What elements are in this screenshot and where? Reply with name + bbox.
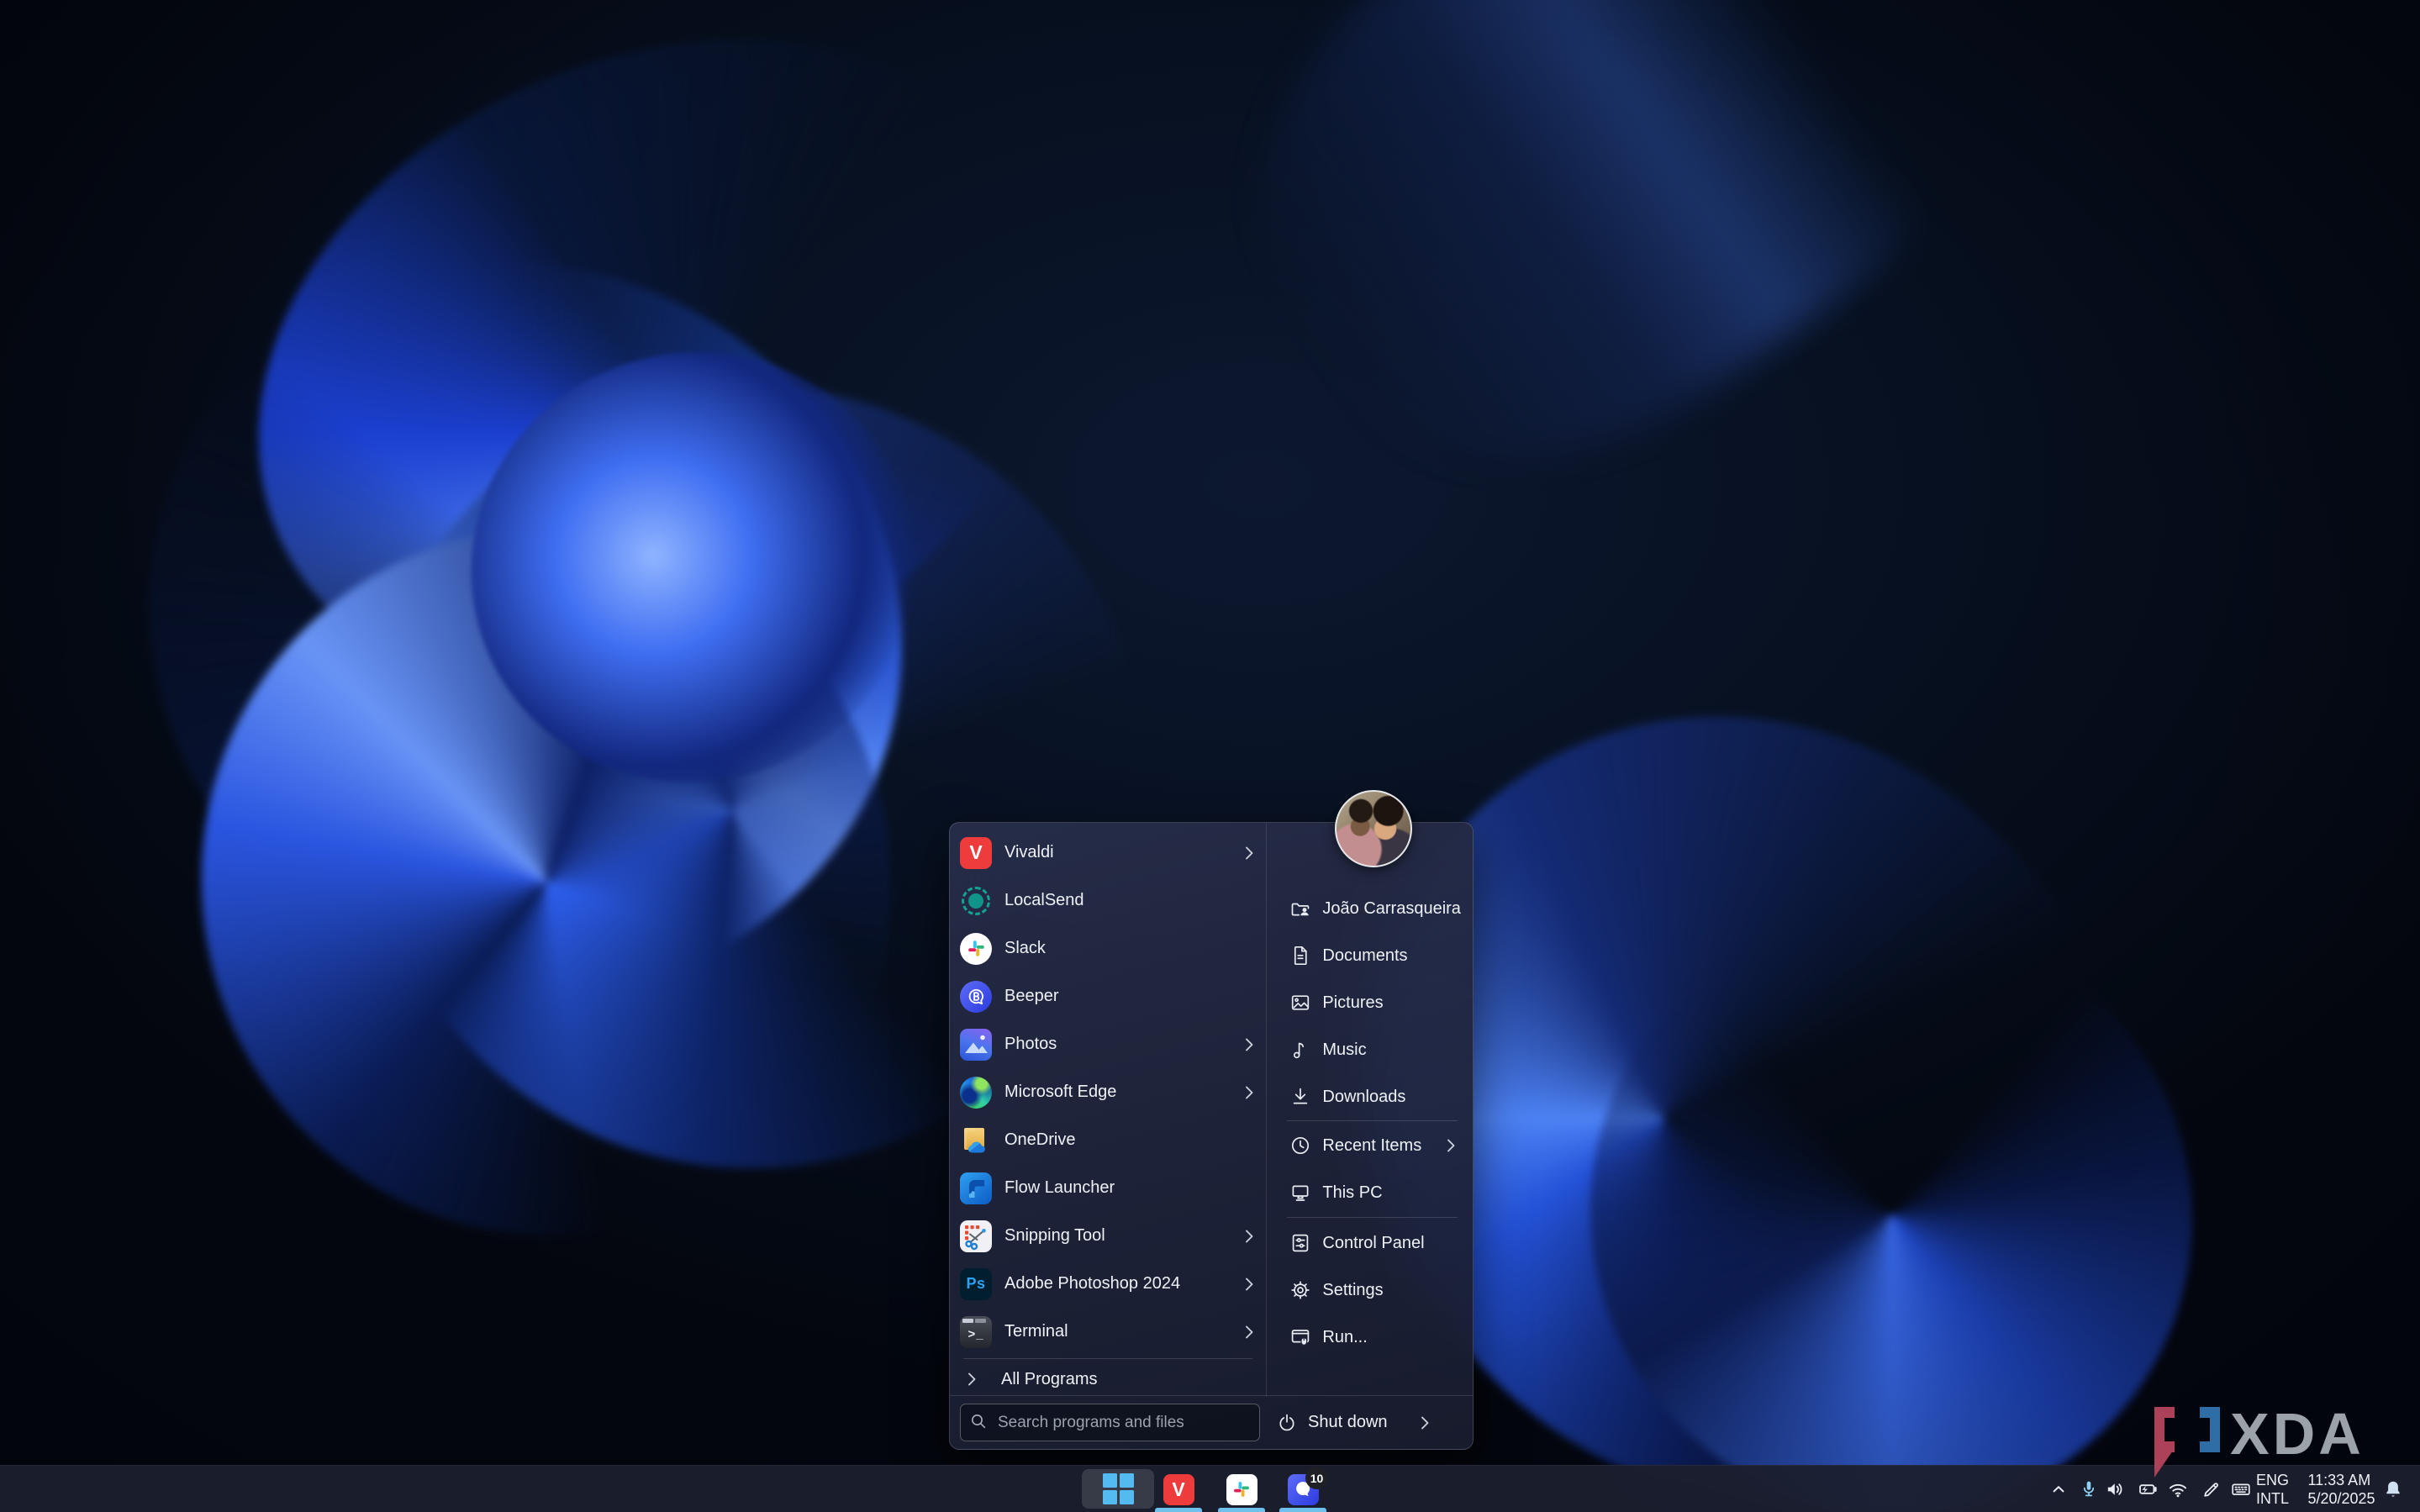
- music-item[interactable]: Music: [1267, 1026, 1473, 1073]
- xda-bracket-right-icon: [2200, 1407, 2220, 1452]
- windows-logo-icon: [1103, 1473, 1134, 1504]
- all-programs-button[interactable]: All Programs: [950, 1361, 1266, 1398]
- chevron-right-icon: [967, 1372, 977, 1387]
- start-menu-places: João Carrasqueira Documents Pictu: [1267, 823, 1473, 1397]
- submenu-arrow-icon: [1446, 1138, 1456, 1153]
- settings-item[interactable]: Settings: [1267, 1267, 1473, 1314]
- pictures-item[interactable]: Pictures: [1267, 979, 1473, 1026]
- start-menu-item-terminal[interactable]: >_ Terminal: [950, 1308, 1266, 1356]
- search-input[interactable]: [960, 1404, 1260, 1441]
- vivaldi-icon: V: [960, 837, 992, 869]
- localsend-icon: [960, 885, 992, 917]
- user-profile-item[interactable]: João Carrasqueira: [1267, 885, 1473, 932]
- speaker-icon[interactable]: [2103, 1478, 2127, 1501]
- start-menu-item-photos[interactable]: Photos: [950, 1020, 1266, 1068]
- user-folder-icon: [1289, 897, 1312, 920]
- start-menu-item-snipping-tool[interactable]: Snipping Tool: [950, 1212, 1266, 1260]
- flow-launcher-icon: [960, 1172, 992, 1204]
- vivaldi-icon: V: [1163, 1474, 1194, 1505]
- xda-text: XDA: [2230, 1401, 2365, 1467]
- taskbar-app-vivaldi[interactable]: V: [1162, 1472, 1195, 1506]
- downloads-icon: [1289, 1085, 1312, 1109]
- edge-icon: [960, 1077, 992, 1109]
- search-box[interactable]: [960, 1404, 1260, 1441]
- notification-badge: 10: [1305, 1467, 1328, 1489]
- running-indicator: [1218, 1508, 1265, 1512]
- settings-gear-icon: [1289, 1278, 1312, 1302]
- divider: [963, 1358, 1252, 1359]
- start-menu-item-vivaldi[interactable]: V Vivaldi: [950, 829, 1266, 877]
- start-menu-item-localsend[interactable]: LocalSend: [950, 877, 1266, 925]
- documents-icon: [1289, 944, 1312, 967]
- desktop: XDA V Vivaldi LocalSend: [0, 0, 2420, 1512]
- power-icon: [1275, 1411, 1299, 1435]
- this-pc-item[interactable]: This PC: [1267, 1169, 1473, 1216]
- onedrive-icon: [960, 1125, 992, 1156]
- start-menu-item-microsoft-edge[interactable]: Microsoft Edge: [950, 1068, 1266, 1116]
- recent-items-item[interactable]: Recent Items: [1267, 1122, 1473, 1169]
- terminal-icon: >_: [960, 1316, 992, 1348]
- submenu-arrow-icon: [1244, 1085, 1254, 1100]
- run-icon: [1289, 1325, 1312, 1349]
- user-avatar[interactable]: [1335, 790, 1412, 867]
- submenu-arrow-icon: [1244, 846, 1254, 861]
- shut-down-button[interactable]: Shut down: [1275, 1411, 1430, 1435]
- start-menu-bottom-bar: Shut down: [950, 1395, 1473, 1449]
- start-menu-item-onedrive[interactable]: OneDrive: [950, 1116, 1266, 1164]
- start-menu-item-flow-launcher[interactable]: Flow Launcher: [950, 1164, 1266, 1212]
- submenu-arrow-icon: [1244, 1277, 1254, 1292]
- search-icon: [968, 1411, 990, 1433]
- start-menu: V Vivaldi LocalSend: [949, 822, 1474, 1450]
- run-item[interactable]: Run...: [1267, 1314, 1473, 1361]
- submenu-arrow-icon: [1244, 1229, 1254, 1244]
- slack-icon: [1226, 1474, 1257, 1505]
- language-secondary: INTL: [2256, 1490, 2294, 1508]
- start-menu-item-slack[interactable]: Slack: [950, 925, 1266, 972]
- control-panel-item[interactable]: Control Panel: [1267, 1220, 1473, 1267]
- date: 5/20/2025: [2307, 1490, 2380, 1508]
- xda-bracket-left-icon: [2154, 1407, 2175, 1478]
- hidden-icons-chevron-icon[interactable]: [2047, 1478, 2070, 1501]
- microphone-icon[interactable]: [2077, 1478, 2101, 1501]
- pictures-icon: [1289, 991, 1312, 1014]
- taskbar-app-beeper[interactable]: 10: [1286, 1472, 1320, 1506]
- downloads-item[interactable]: Downloads: [1267, 1073, 1473, 1120]
- photos-icon: [960, 1029, 992, 1061]
- photoshop-icon: Ps: [960, 1268, 992, 1300]
- taskbar: V 10: [0, 1465, 2420, 1512]
- start-button[interactable]: [1082, 1469, 1154, 1509]
- start-menu-item-beeper[interactable]: Beeper: [950, 972, 1266, 1020]
- slack-icon: [960, 933, 992, 965]
- start-menu-pinned-apps: V Vivaldi LocalSend: [950, 823, 1267, 1397]
- recent-items-icon: [1289, 1134, 1312, 1157]
- beeper-icon: [960, 981, 992, 1013]
- xda-logo: XDA: [2148, 1400, 2408, 1484]
- submenu-arrow-icon: [1244, 1325, 1254, 1340]
- divider: [1287, 1217, 1458, 1218]
- submenu-arrow-icon: [1244, 1037, 1254, 1052]
- this-pc-icon: [1289, 1181, 1312, 1204]
- taskbar-app-slack[interactable]: [1225, 1472, 1258, 1506]
- snipping-tool-icon: [960, 1220, 992, 1252]
- xda-watermark: XDA: [2148, 1400, 2408, 1484]
- start-menu-item-adobe-photoshop[interactable]: Ps Adobe Photoshop 2024: [950, 1260, 1266, 1308]
- music-icon: [1289, 1038, 1312, 1062]
- documents-item[interactable]: Documents: [1267, 932, 1473, 979]
- control-panel-icon: [1289, 1231, 1312, 1255]
- divider: [1287, 1120, 1458, 1121]
- submenu-arrow-icon: [1420, 1415, 1430, 1430]
- running-indicator: [1279, 1508, 1326, 1512]
- running-indicator: [1155, 1508, 1202, 1512]
